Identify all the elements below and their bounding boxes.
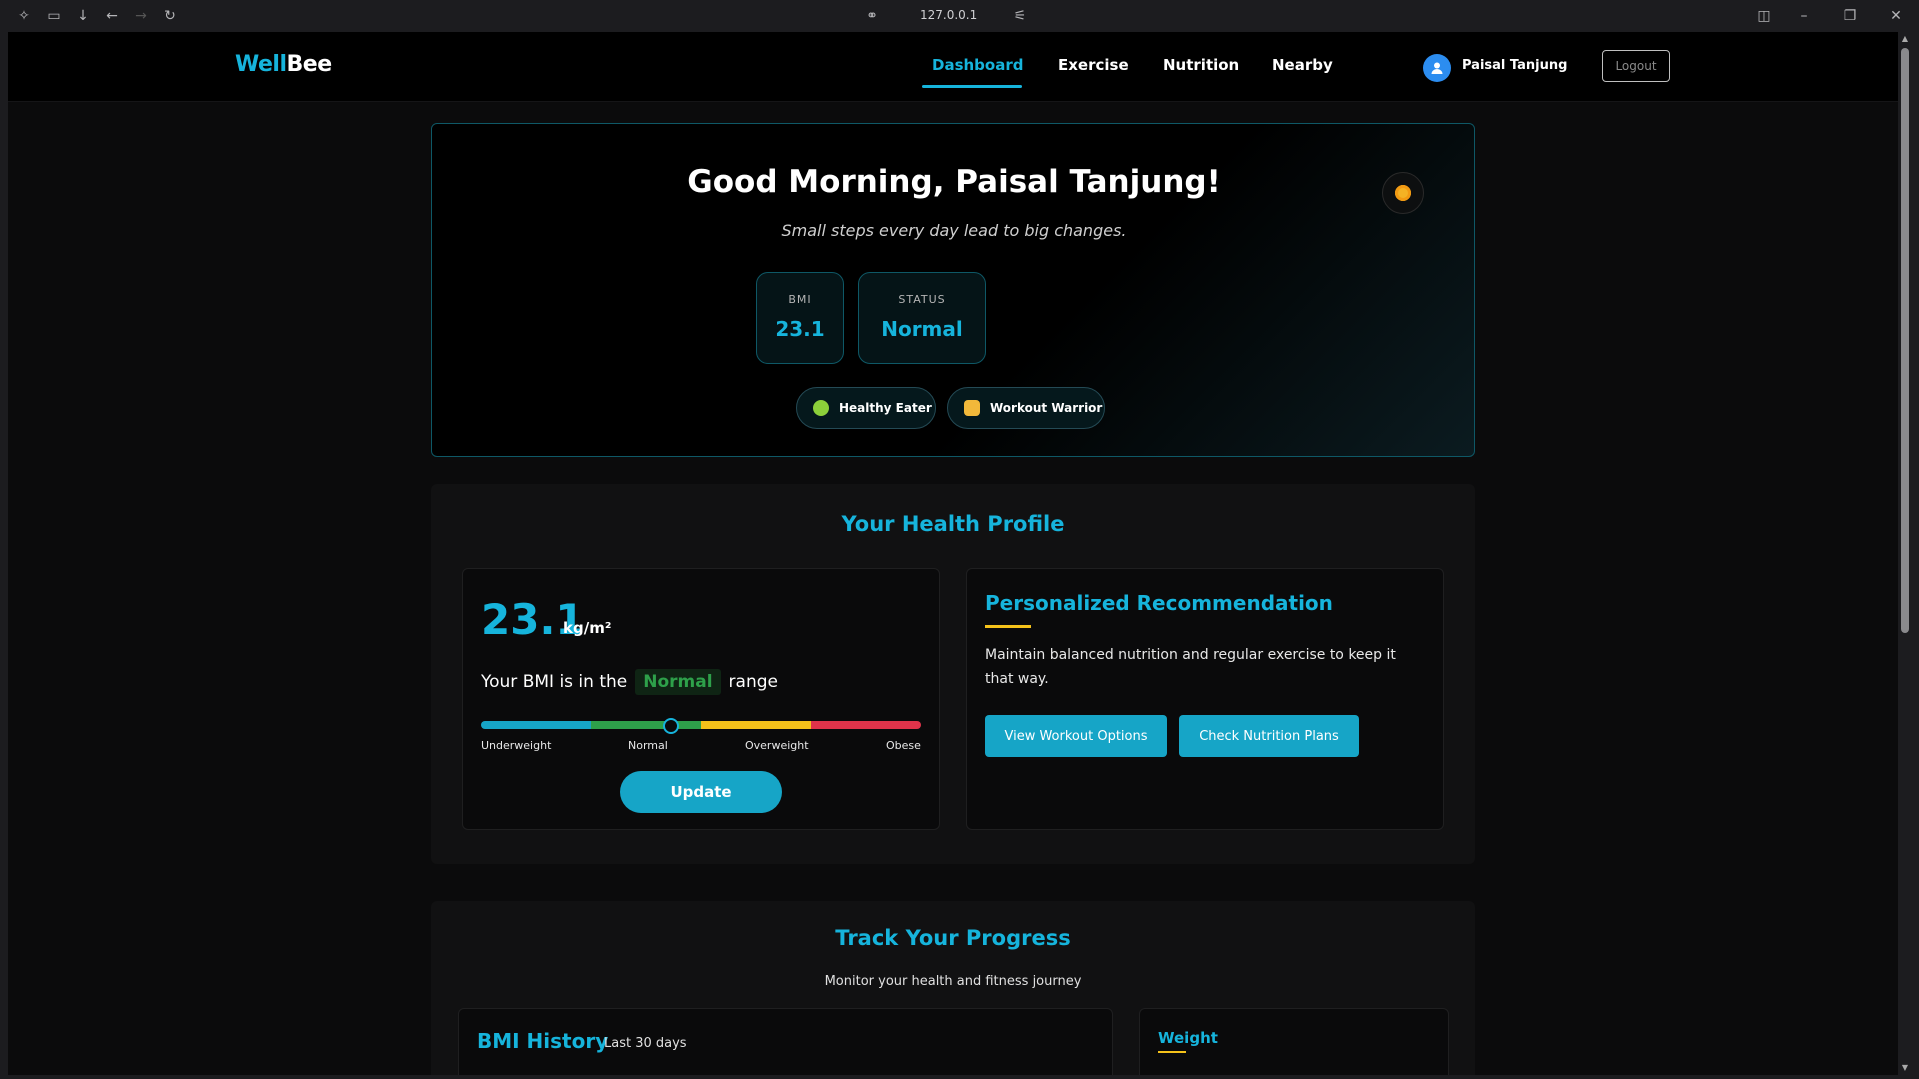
link-icon[interactable]: ⚭: [862, 6, 882, 26]
sun-icon: [1395, 185, 1411, 201]
track-progress-title: Track Your Progress: [835, 926, 1071, 950]
scale-label-obese: Obese: [886, 739, 921, 752]
tab-weight[interactable]: Weight: [1158, 1029, 1218, 1047]
browser-toolbar: ✧ ▭ ↓ ← → ↻ ⚭ 127.0.0.1 ⚟ ◫ – ❐ ✕: [0, 0, 1919, 32]
forward-icon[interactable]: →: [131, 6, 151, 26]
flexed-arm-icon: [964, 400, 980, 416]
nav-dashboard[interactable]: Dashboard: [932, 56, 1023, 74]
sidebar-toggle-icon[interactable]: ▭: [44, 6, 64, 26]
nav-nutrition[interactable]: Nutrition: [1163, 56, 1239, 74]
scale-label-overweight: Overweight: [745, 739, 809, 752]
close-window-icon[interactable]: ✕: [1886, 6, 1906, 26]
back-icon[interactable]: ←: [102, 6, 122, 26]
badge-healthy-eater: Healthy Eater: [796, 387, 936, 429]
nav-exercise[interactable]: Exercise: [1058, 56, 1129, 74]
minimize-icon[interactable]: –: [1794, 6, 1814, 26]
bmi-unit: kg/m²: [563, 619, 612, 637]
badge-workout-warrior: Workout Warrior: [947, 387, 1105, 429]
apple-icon: [813, 400, 829, 416]
welcome-card: Good Morning, Paisal Tanjung! Small step…: [431, 123, 1475, 457]
tagline: Small steps every day lead to big change…: [781, 221, 1127, 240]
wellbee-logo[interactable]: WellBee: [235, 52, 332, 77]
status-stat: STATUS Normal: [858, 272, 986, 364]
health-profile-section: Your Health Profile 23.1 kg/m² Your BMI …: [431, 484, 1475, 864]
logout-button[interactable]: Logout: [1602, 50, 1670, 82]
track-progress-section: Track Your Progress Monitor your health …: [431, 901, 1475, 1075]
bmi-history-range: Last 30 days: [604, 1036, 687, 1051]
site-settings-icon[interactable]: ⚟: [1010, 6, 1030, 26]
split-view-icon[interactable]: ◫: [1754, 6, 1774, 26]
recommendation-card: Personalized Recommendation Maintain bal…: [966, 568, 1444, 830]
track-progress-subtitle: Monitor your health and fitness journey: [824, 974, 1082, 989]
weight-card: Weight: [1139, 1008, 1449, 1075]
greeting-heading: Good Morning, Paisal Tanjung!: [687, 164, 1221, 200]
restore-icon[interactable]: ❐: [1840, 6, 1860, 26]
bmi-scale-marker: [663, 718, 679, 734]
app-header: WellBee Dashboard Exercise Nutrition Nea…: [8, 32, 1898, 102]
scale-label-normal: Normal: [628, 739, 668, 752]
bmi-stat: BMI 23.1: [756, 272, 844, 364]
scroll-down-icon[interactable]: ▼: [1900, 1063, 1910, 1073]
view-workout-options-button[interactable]: View Workout Options: [985, 715, 1167, 757]
reload-icon[interactable]: ↻: [160, 6, 180, 26]
nav-active-indicator: [922, 85, 1022, 88]
check-nutrition-plans-button[interactable]: Check Nutrition Plans: [1179, 715, 1359, 757]
weight-tab-underline: [1158, 1051, 1186, 1053]
user-name[interactable]: Paisal Tanjung: [1462, 58, 1567, 73]
bmi-history-card: BMI History Last 30 days: [458, 1008, 1113, 1075]
recommendation-text: Maintain balanced nutrition and regular …: [985, 647, 1396, 687]
recommendation-underline: [985, 625, 1031, 628]
recommendation-title: Personalized Recommendation: [985, 591, 1333, 615]
bmi-range-badge: Normal: [635, 669, 721, 695]
update-button[interactable]: Update: [620, 771, 782, 813]
scroll-up-icon[interactable]: ▲: [1900, 34, 1910, 44]
bmi-card: 23.1 kg/m² Your BMI is in the Normal ran…: [462, 568, 940, 830]
scrollbar-thumb[interactable]: [1901, 48, 1909, 633]
address-bar[interactable]: 127.0.0.1: [920, 8, 977, 22]
user-avatar-icon[interactable]: [1423, 54, 1451, 82]
download-icon[interactable]: ↓: [73, 6, 93, 26]
page-scrollbar[interactable]: ▲ ▼: [1898, 32, 1911, 1075]
nav-nearby[interactable]: Nearby: [1272, 56, 1333, 74]
scale-label-underweight: Underweight: [481, 739, 552, 752]
bmi-range-text: Your BMI is in the Normal range: [481, 669, 778, 695]
bmi-history-title: BMI History: [477, 1029, 609, 1053]
browser-logo-icon[interactable]: ✧: [14, 6, 34, 26]
health-profile-title: Your Health Profile: [841, 512, 1065, 536]
theme-toggle-button[interactable]: [1382, 172, 1424, 214]
bmi-scale-bar: [481, 721, 921, 729]
page-viewport: WellBee Dashboard Exercise Nutrition Nea…: [8, 32, 1898, 1075]
